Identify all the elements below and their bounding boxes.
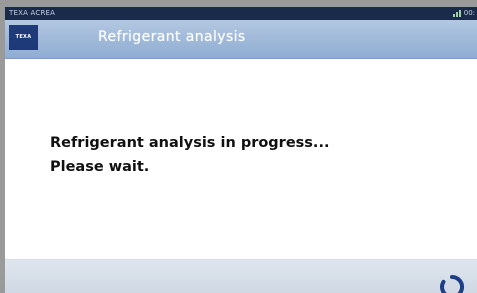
progress-message-line: Refrigerant analysis in progress... [50,135,330,151]
wait-message-line: Please wait. [50,159,150,175]
progress-message: Refrigerant analysis in progress... Plea… [50,131,329,179]
header-bar: TEXA Refrigerant analysis [5,20,477,59]
texa-logo: TEXA [9,25,38,50]
status-bar: TEXA ACREA 00: [5,7,477,20]
app-screen: TEXA ACREA 00: TEXA Refrigerant analysis… [5,7,477,293]
status-time: 00: [463,9,475,17]
loading-spinner-icon [440,274,465,293]
page-title: Refrigerant analysis [98,29,246,45]
footer-bar [5,259,477,293]
signal-icon [452,10,461,17]
status-right: 00: [452,7,475,20]
status-app-name: TEXA ACREA [9,9,56,17]
